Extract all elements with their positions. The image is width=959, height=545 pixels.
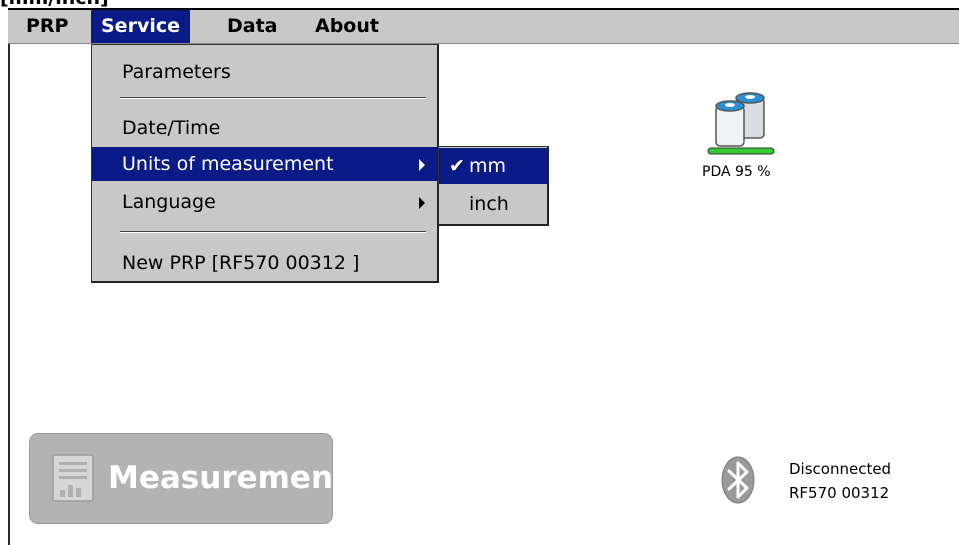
service-dropdown: Parameters Date/Time Units of measuremen… bbox=[91, 44, 439, 283]
menu-item-date-time[interactable]: Date/Time bbox=[92, 111, 437, 145]
menu-item-label: Language bbox=[122, 191, 216, 213]
menu-item-label: Parameters bbox=[122, 61, 231, 83]
submenu-item-label: mm bbox=[469, 155, 507, 177]
window-title-fragment: [mm/inch] bbox=[0, 0, 109, 8]
menu-data[interactable]: Data bbox=[217, 10, 288, 43]
submenu-item-mm[interactable]: ✔ mm bbox=[439, 148, 547, 184]
checkmark-icon: ✔ bbox=[449, 155, 465, 177]
window-left-border bbox=[8, 8, 10, 545]
menu-bar: PRP Service Data About bbox=[8, 8, 959, 44]
submenu-arrow-icon bbox=[419, 197, 425, 209]
submenu-item-inch[interactable]: inch bbox=[439, 186, 547, 222]
battery-icon bbox=[707, 92, 775, 155]
menu-about[interactable]: About bbox=[305, 10, 389, 43]
menu-service[interactable]: Service bbox=[91, 10, 190, 43]
measurement-button[interactable]: Measurement bbox=[29, 433, 348, 524]
battery-status-label: PDA 95 % bbox=[702, 164, 771, 180]
document-chart-icon bbox=[52, 454, 94, 502]
menu-item-label: New PRP [RF570 00312 ] bbox=[122, 252, 360, 274]
units-submenu: ✔ mm inch bbox=[438, 146, 549, 226]
menu-item-units-of-measurement[interactable]: Units of measurement bbox=[92, 147, 437, 181]
menu-item-parameters[interactable]: Parameters bbox=[92, 55, 437, 89]
submenu-arrow-icon bbox=[419, 159, 425, 171]
menu-separator bbox=[120, 97, 426, 99]
menu-item-label: Date/Time bbox=[122, 117, 221, 139]
connection-status-label: Disconnected bbox=[789, 460, 892, 478]
submenu-item-label: inch bbox=[469, 193, 509, 215]
device-name-label: RF570 00312 bbox=[789, 484, 890, 502]
menu-item-language[interactable]: Language bbox=[92, 185, 437, 219]
menu-prp[interactable]: PRP bbox=[16, 10, 78, 43]
menu-item-label: Units of measurement bbox=[122, 153, 334, 175]
menu-item-new-prp[interactable]: New PRP [RF570 00312 ] bbox=[92, 246, 437, 280]
menu-separator bbox=[120, 231, 426, 233]
measurement-button-label: Measurement bbox=[108, 460, 348, 496]
bluetooth-icon bbox=[721, 456, 755, 504]
